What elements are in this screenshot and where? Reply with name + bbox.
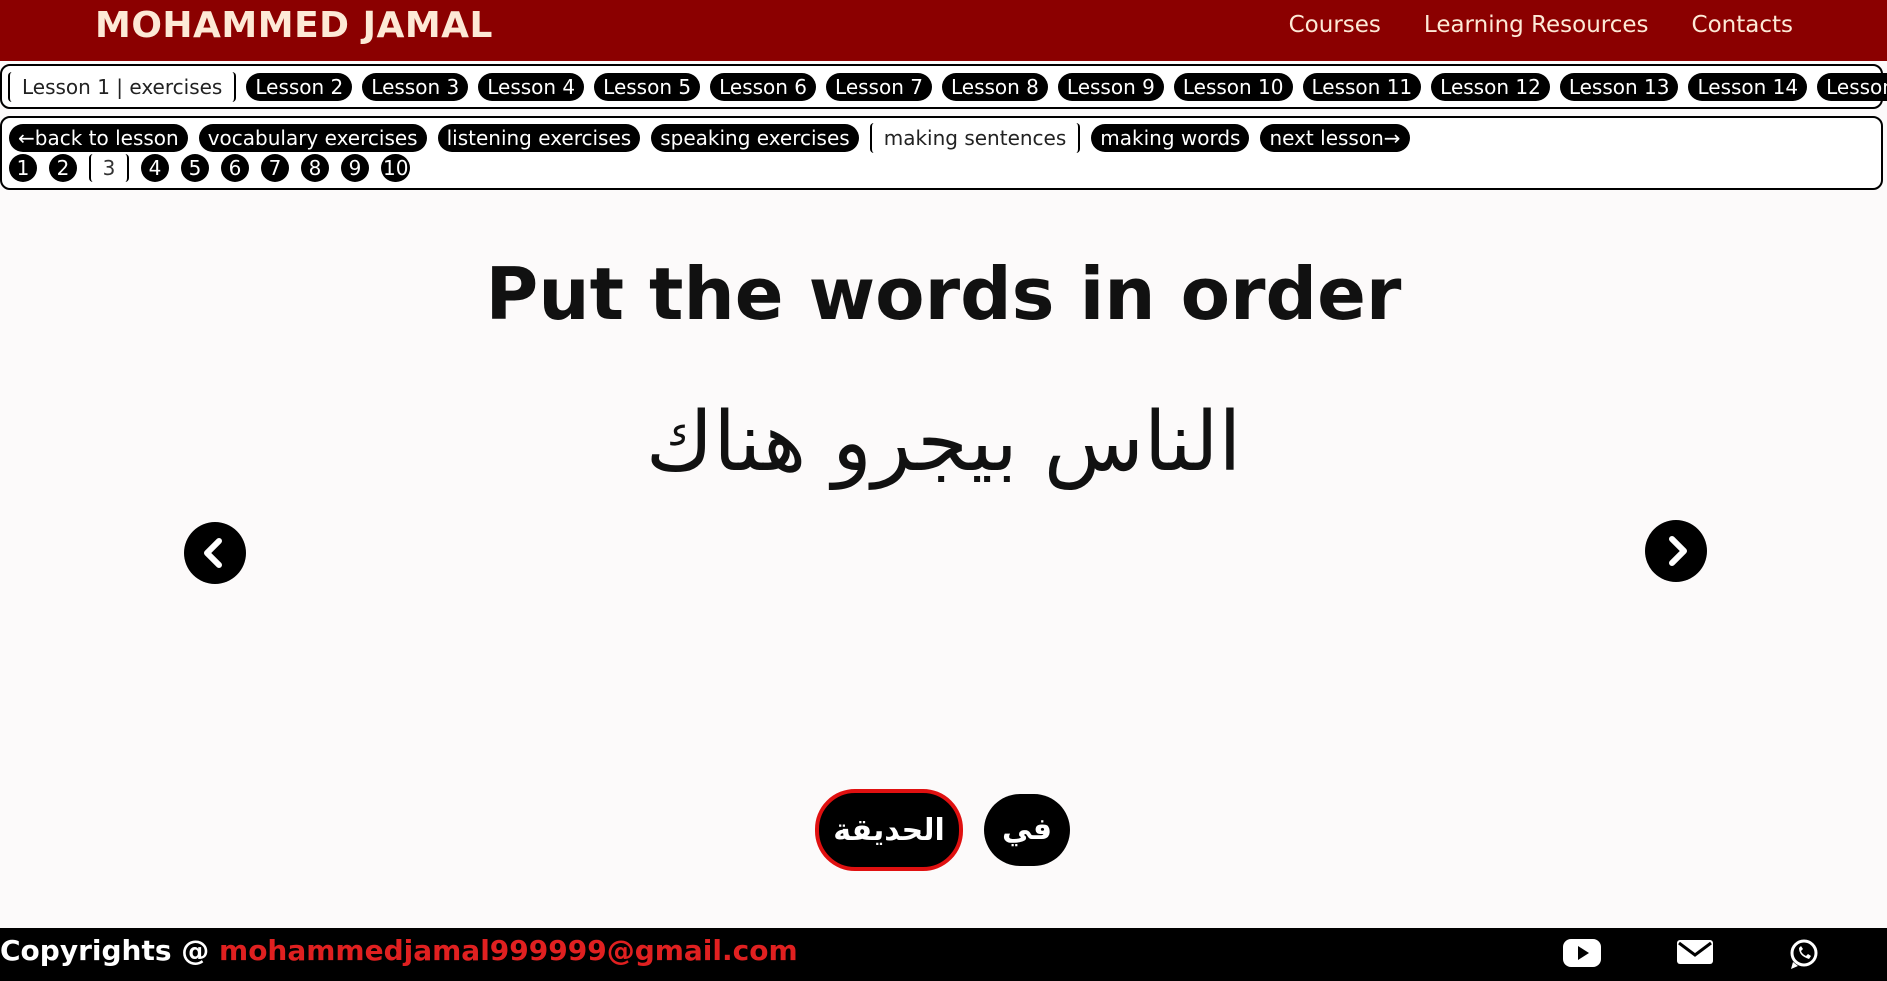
copyright-prefix: Copyrights @ bbox=[0, 934, 220, 967]
back-to-lesson-link[interactable]: ←back to lesson bbox=[9, 124, 188, 152]
exercise-number-8[interactable]: 8 bbox=[301, 154, 329, 182]
lesson-tab-4[interactable]: Lesson 4 bbox=[478, 73, 585, 101]
exercise-type-list: ←back to lesson vocabulary exercises lis… bbox=[9, 123, 1410, 153]
lesson-bar: Lesson 1 | exercises Lesson 2 Lesson 3 L… bbox=[0, 64, 1887, 109]
lesson-tab-active[interactable]: Lesson 1 | exercises bbox=[8, 72, 237, 102]
lesson-tab-14[interactable]: Lesson 14 bbox=[1688, 73, 1808, 101]
mail-icon[interactable] bbox=[1677, 938, 1713, 966]
nav-courses[interactable]: Courses bbox=[1289, 12, 1381, 38]
speaking-exercises-link[interactable]: speaking exercises bbox=[651, 124, 859, 152]
lesson-tab-8[interactable]: Lesson 8 bbox=[941, 73, 1048, 101]
exercise-number-10[interactable]: 10 bbox=[381, 154, 411, 182]
exercise-number-1[interactable]: 1 bbox=[9, 154, 37, 182]
main-nav: Courses Learning Resources Contacts bbox=[1289, 12, 1793, 38]
exercise-number-7[interactable]: 7 bbox=[261, 154, 289, 182]
lesson-tab-9[interactable]: Lesson 9 bbox=[1057, 73, 1164, 101]
lesson-tab-10[interactable]: Lesson 10 bbox=[1173, 73, 1293, 101]
copyright-text: Copyrights @ mohammedjamal999999@gmail.c… bbox=[0, 934, 798, 967]
next-button[interactable] bbox=[1645, 520, 1707, 582]
next-lesson-link[interactable]: next lesson→ bbox=[1260, 124, 1410, 152]
word-chip-selected[interactable]: الحديقة bbox=[815, 789, 963, 871]
site-header: MOHAMMED JAMAL Courses Learning Resource… bbox=[0, 0, 1887, 61]
lesson-tab-11[interactable]: Lesson 11 bbox=[1302, 73, 1422, 101]
page-title: Put the words in order bbox=[485, 252, 1402, 336]
nav-contacts[interactable]: Contacts bbox=[1692, 12, 1793, 38]
lesson-tab-12[interactable]: Lesson 12 bbox=[1431, 73, 1550, 101]
previous-button[interactable] bbox=[184, 522, 246, 584]
whatsapp-icon[interactable] bbox=[1788, 938, 1820, 970]
vocabulary-exercises-link[interactable]: vocabulary exercises bbox=[198, 124, 427, 152]
listening-exercises-link[interactable]: listening exercises bbox=[437, 124, 641, 152]
exercise-number-6[interactable]: 6 bbox=[221, 154, 249, 182]
word-chip[interactable]: في bbox=[984, 794, 1070, 866]
lesson-tab-15[interactable]: Lesson 15 bbox=[1817, 73, 1887, 101]
lesson-tab-5[interactable]: Lesson 5 bbox=[594, 73, 701, 101]
lesson-tab-3[interactable]: Lesson 3 bbox=[362, 73, 469, 101]
arabic-sentence: الناس بيجرو هناك bbox=[645, 395, 1242, 490]
brand-logo[interactable]: MOHAMMED JAMAL bbox=[95, 5, 493, 46]
exercise-number-4[interactable]: 4 bbox=[141, 154, 169, 182]
word-bank: الحديقة في bbox=[0, 789, 1887, 871]
youtube-icon[interactable] bbox=[1563, 938, 1601, 968]
exercise-number-list: 1 2 3 4 5 6 7 8 9 10 bbox=[9, 154, 411, 182]
email-link[interactable]: mohammedjamal999999@gmail.com bbox=[219, 934, 798, 967]
chevron-left-icon bbox=[204, 538, 222, 568]
nav-learning-resources[interactable]: Learning Resources bbox=[1424, 12, 1649, 38]
lesson-tab-7[interactable]: Lesson 7 bbox=[826, 73, 932, 101]
exercise-number-5[interactable]: 5 bbox=[181, 154, 209, 182]
lesson-tab-6[interactable]: Lesson 6 bbox=[710, 73, 817, 101]
exercise-bar: ←back to lesson vocabulary exercises lis… bbox=[0, 116, 1883, 190]
lesson-list: Lesson 1 | exercises Lesson 2 Lesson 3 L… bbox=[8, 72, 1887, 102]
exercise-number-2[interactable]: 2 bbox=[49, 154, 77, 182]
chevron-right-icon bbox=[1669, 536, 1687, 566]
lesson-tab-2[interactable]: Lesson 2 bbox=[246, 73, 353, 101]
site-footer: Copyrights @ mohammedjamal999999@gmail.c… bbox=[0, 928, 1887, 981]
making-words-link[interactable]: making words bbox=[1091, 124, 1250, 152]
making-sentences-link[interactable]: making sentences bbox=[869, 123, 1081, 153]
exercise-number-3[interactable]: 3 bbox=[89, 154, 129, 182]
lesson-tab-13[interactable]: Lesson 13 bbox=[1559, 73, 1679, 101]
exercise-number-9[interactable]: 9 bbox=[341, 154, 369, 182]
